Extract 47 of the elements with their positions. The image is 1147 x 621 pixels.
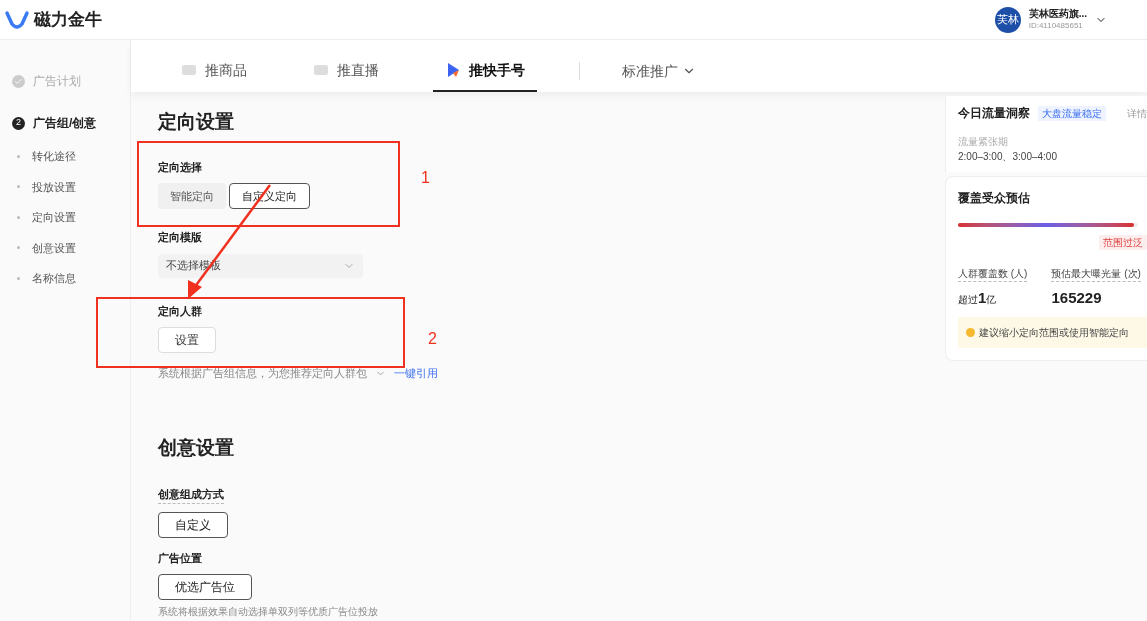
annotation-number: 1 [421, 168, 430, 188]
logo-icon [4, 9, 30, 30]
sidebar-step[interactable]: 广告组/创意 [33, 114, 97, 132]
section-title: 定向设置 [158, 110, 235, 134]
range-badge: 范围过泛 [1099, 235, 1147, 250]
settings-button[interactable]: 设置 [158, 327, 216, 353]
tab[interactable]: 推快手号 [433, 50, 537, 92]
section-title: 创意设置 [158, 435, 235, 460]
period-value: 2:00–3:00、3:00–4:00 [958, 150, 1058, 164]
card-title: 覆盖受众预估 [958, 190, 1031, 207]
sidebar-item[interactable]: 创意设置 [32, 239, 76, 256]
metric-value: 165229 [1051, 290, 1103, 305]
avatar: 芙林 [994, 6, 1021, 33]
sidebar-item[interactable]: 投放设置 [32, 178, 76, 195]
metric-value: 超过1亿 [958, 290, 998, 305]
field-label: 定向模版 [158, 230, 202, 245]
tab[interactable]: 推商品 [169, 50, 259, 92]
metric-label: 人群覆盖数 (人) [958, 266, 1028, 282]
recommend-text: 系统根据广告组信息，为您推荐定向人群包 [158, 366, 367, 381]
sidebar-item[interactable]: 定向设置 [32, 209, 76, 226]
targeting-option[interactable]: 智能定向 [158, 183, 226, 209]
metric-label: 预估最大曝光量 (次) [1051, 266, 1141, 282]
field-label: 定向人群 [158, 303, 202, 319]
logo-text: 磁力金牛 [34, 8, 102, 31]
tab-icon [181, 64, 197, 76]
field-label: 广告位置 [158, 550, 203, 566]
apply-link[interactable]: 一键引用 [394, 365, 438, 382]
tab-icon [313, 64, 329, 76]
account-name: 芙林医药旗... [1028, 8, 1087, 21]
tip-text: 建议缩小定向范围或使用智能定向 [979, 326, 1129, 340]
mode-dropdown[interactable]: 标准推广 [622, 50, 696, 92]
status-badge: 大盘流量稳定 [1038, 105, 1106, 121]
period-label: 流量紧张期 [958, 135, 1009, 149]
sidebar-item[interactable]: 名称信息 [32, 270, 76, 287]
annotation-number: 2 [428, 329, 437, 349]
play-icon [445, 62, 461, 78]
custom-button[interactable]: 自定义 [158, 511, 228, 538]
warning-icon [966, 328, 975, 337]
field-label: 创意组成方式 [158, 486, 224, 504]
placement-hint: 系统将根据效果自动选择单双列等优质广告位投放 [158, 605, 379, 619]
step-number: 2 [12, 116, 25, 130]
sidebar-item[interactable]: 转化途径 [32, 148, 76, 165]
field-label: 定向选择 [158, 159, 202, 175]
card-title: 今日流量洞察 [958, 105, 1030, 122]
placement-button[interactable]: 优选广告位 [158, 574, 252, 600]
account-id: ID:4110485651 [1028, 20, 1084, 31]
tab[interactable]: 推直播 [301, 50, 391, 92]
